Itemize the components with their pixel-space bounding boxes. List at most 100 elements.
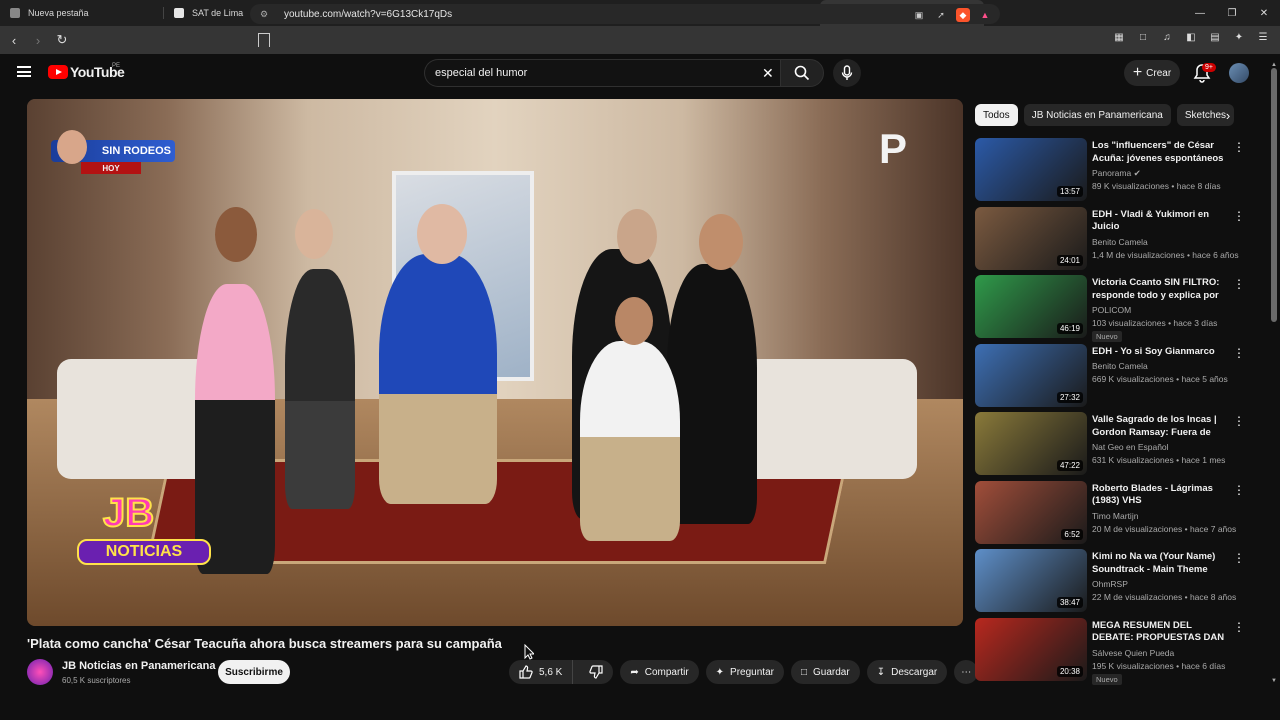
leo-icon[interactable]: ✦ bbox=[1232, 30, 1246, 44]
chevron-right-icon[interactable]: › bbox=[1220, 104, 1236, 126]
more-options-icon[interactable]: ⋮ bbox=[1233, 483, 1245, 497]
sidebar-icon[interactable]: ◧ bbox=[1184, 30, 1198, 44]
account-avatar[interactable] bbox=[1229, 63, 1249, 83]
search-button[interactable] bbox=[780, 59, 824, 87]
more-options-icon[interactable]: ⋮ bbox=[1233, 140, 1245, 154]
related-channel-name[interactable]: Benito Camela bbox=[1092, 237, 1148, 247]
url-text: youtube.com/watch?v=6G13Ck17qDs bbox=[284, 8, 453, 20]
related-channel-name[interactable]: Nat Geo en Español bbox=[1092, 442, 1169, 452]
related-video-title[interactable]: Valle Sagrado de los Incas | Gordon Rams… bbox=[1092, 414, 1232, 439]
video-player[interactable]: SIN RODEOS HOY P JB NOTICIAS bbox=[27, 99, 963, 626]
filter-chip[interactable]: JB Noticias en Panamericana bbox=[1023, 104, 1171, 126]
related-channel-label: Benito Camela bbox=[1092, 360, 1148, 371]
related-channel-name[interactable]: Benito Camela bbox=[1092, 361, 1148, 371]
related-video-meta: 20 M de visualizaciones • hace 7 años bbox=[1092, 523, 1237, 534]
related-video-item[interactable]: 46:19 Victoria Ccanto SIN FILTRO: respond… bbox=[975, 275, 1250, 344]
browser-tab[interactable]: Nueva pestaña bbox=[0, 0, 164, 26]
more-options-icon[interactable]: ⋮ bbox=[1233, 277, 1245, 291]
url-field[interactable]: ⚙ youtube.com/watch?v=6G13Ck17qDs ▣ ➚ ◆ … bbox=[250, 4, 1000, 24]
related-video-item[interactable]: 27:32 EDH - Yo si Soy Gianmarco Benito Cam… bbox=[975, 343, 1250, 413]
reload-icon[interactable]: ↻ bbox=[52, 30, 72, 50]
forward-icon[interactable]: › bbox=[28, 30, 48, 50]
related-video-title[interactable]: Kimi no Na wa (Your Name) Soundtrack - M… bbox=[1092, 551, 1232, 576]
performer bbox=[285, 269, 355, 509]
channel-avatar[interactable] bbox=[27, 659, 53, 685]
panamericana-logo: P bbox=[878, 125, 907, 172]
dislike-button[interactable] bbox=[579, 660, 613, 684]
related-video-item[interactable]: 47:22 Valle Sagrado de los Incas | Gordon… bbox=[975, 412, 1250, 481]
related-channel-name[interactable]: OhmRSP bbox=[1092, 579, 1128, 589]
video-thumbnail[interactable]: 6:52 bbox=[975, 480, 1087, 544]
share-label: Compartir bbox=[644, 666, 689, 678]
related-video-title[interactable]: EDH - Yo si Soy Gianmarco bbox=[1092, 346, 1232, 359]
performer bbox=[379, 254, 497, 504]
shield-icon bbox=[10, 8, 20, 18]
video-thumbnail[interactable]: 20:38 bbox=[975, 617, 1087, 681]
noticias-logo-text: NOTICIAS bbox=[77, 539, 211, 565]
youtube-logo[interactable]: YouTube PE bbox=[48, 63, 125, 80]
scrollbar-thumb[interactable] bbox=[1271, 68, 1277, 322]
related-channel-name[interactable]: Timo Martijn bbox=[1092, 511, 1138, 521]
related-video-meta: 195 K visualizaciones • hace 6 días bbox=[1092, 660, 1226, 671]
video-thumbnail[interactable]: 13:57 bbox=[975, 138, 1087, 201]
video-thumbnail[interactable]: 24:01 bbox=[975, 206, 1087, 270]
wallet-icon[interactable]: ▤ bbox=[1208, 30, 1222, 44]
ask-button[interactable]: ✦ Preguntar bbox=[705, 660, 784, 684]
more-options-icon[interactable]: ⋮ bbox=[1233, 346, 1245, 360]
mouse-cursor-icon bbox=[524, 644, 534, 660]
filter-chip[interactable]: Todos bbox=[975, 104, 1018, 126]
site-info-icon[interactable]: ⚙ bbox=[260, 9, 270, 19]
related-channel-name[interactable]: Sálvese Quien Pueda bbox=[1092, 648, 1174, 658]
minimize-icon[interactable]: — bbox=[1184, 0, 1216, 26]
video-duration: 6:52 bbox=[1061, 528, 1083, 540]
subscribe-button[interactable]: Suscribirme bbox=[218, 660, 290, 684]
browser-menu-icon[interactable]: ☰ bbox=[1256, 30, 1270, 44]
hamburger-menu-icon[interactable] bbox=[17, 66, 31, 77]
video-thumbnail[interactable]: 47:22 bbox=[975, 412, 1087, 475]
video-thumbnail[interactable]: 38:47 bbox=[975, 549, 1087, 612]
related-channel-name[interactable]: POLICOM bbox=[1092, 305, 1131, 315]
video-thumbnail[interactable]: 46:19 bbox=[975, 275, 1087, 338]
related-video-item[interactable]: 24:01 EDH - Vladi & Yukimori en Juicio Ben… bbox=[975, 206, 1250, 276]
cast-icon[interactable]: ▣ bbox=[912, 8, 926, 22]
search-input[interactable]: especial del humor bbox=[424, 59, 780, 87]
related-video-item[interactable]: 6:52 Roberto Blades - Lágrimas (1983) VHS… bbox=[975, 480, 1250, 550]
extensions-icon[interactable]: ▦ bbox=[1112, 30, 1126, 44]
bookmark-icon[interactable] bbox=[258, 33, 270, 47]
related-video-item[interactable]: 38:47 Kimi no Na wa (Your Name) Soundtrac… bbox=[975, 549, 1250, 618]
clear-search-icon[interactable]: ✕ bbox=[762, 65, 774, 82]
download-button[interactable]: ↧ Descargar bbox=[866, 660, 948, 684]
tab-search-icon[interactable]: □ bbox=[1136, 30, 1150, 44]
video-thumbnail[interactable]: 27:32 bbox=[975, 343, 1087, 407]
voice-search-button[interactable] bbox=[833, 59, 861, 87]
thumbs-up-icon bbox=[519, 665, 533, 679]
brave-shield-icon[interactable]: ◆ bbox=[956, 8, 970, 22]
page-scrollbar[interactable]: ▲ ▼ bbox=[1271, 62, 1277, 687]
more-options-icon[interactable]: ⋮ bbox=[1233, 414, 1245, 428]
save-button[interactable]: □ Guardar bbox=[790, 660, 860, 684]
share-icon[interactable]: ➚ bbox=[934, 8, 948, 22]
share-button[interactable]: ➦ Compartir bbox=[620, 660, 699, 684]
channel-name[interactable]: JB Noticias en Panamericana bbox=[62, 660, 215, 672]
more-options-icon[interactable]: ⋮ bbox=[1233, 551, 1245, 565]
more-options-icon[interactable]: ⋮ bbox=[1233, 620, 1245, 634]
related-video-title[interactable]: Roberto Blades - Lágrimas (1983) VHS bbox=[1092, 483, 1232, 508]
back-icon[interactable]: ‹ bbox=[4, 30, 24, 50]
related-video-title[interactable]: EDH - Vladi & Yukimori en Juicio bbox=[1092, 209, 1232, 234]
related-video-item[interactable]: 20:38 MEGA RESUMEN DEL DEBATE: PROPUESTAS… bbox=[975, 617, 1250, 687]
rewards-icon[interactable]: ▲ bbox=[978, 8, 992, 22]
microphone-icon bbox=[841, 65, 853, 80]
like-button[interactable]: 5,6 K bbox=[509, 660, 574, 684]
related-channel-name[interactable]: Panorama ✔ bbox=[1092, 168, 1141, 179]
related-video-title[interactable]: MEGA RESUMEN DEL DEBATE: PROPUESTAS DAN … bbox=[1092, 620, 1232, 645]
more-options-icon[interactable]: ⋮ bbox=[1233, 209, 1245, 223]
related-video-item[interactable]: 13:57 Los "influencers" de César Acuña: j… bbox=[975, 138, 1250, 207]
close-window-icon[interactable]: ✕ bbox=[1248, 0, 1280, 26]
related-video-title[interactable]: Victoria Ccanto SIN FILTRO: responde tod… bbox=[1092, 277, 1232, 302]
related-video-title[interactable]: Los "influencers" de César Acuña: jóvene… bbox=[1092, 140, 1232, 165]
youtube-play-icon bbox=[48, 65, 68, 79]
music-icon[interactable]: ♫ bbox=[1160, 30, 1174, 44]
create-button[interactable]: + Crear bbox=[1124, 60, 1180, 86]
scroll-down-icon[interactable]: ▼ bbox=[1271, 678, 1277, 684]
restore-icon[interactable]: ❐ bbox=[1216, 0, 1248, 26]
